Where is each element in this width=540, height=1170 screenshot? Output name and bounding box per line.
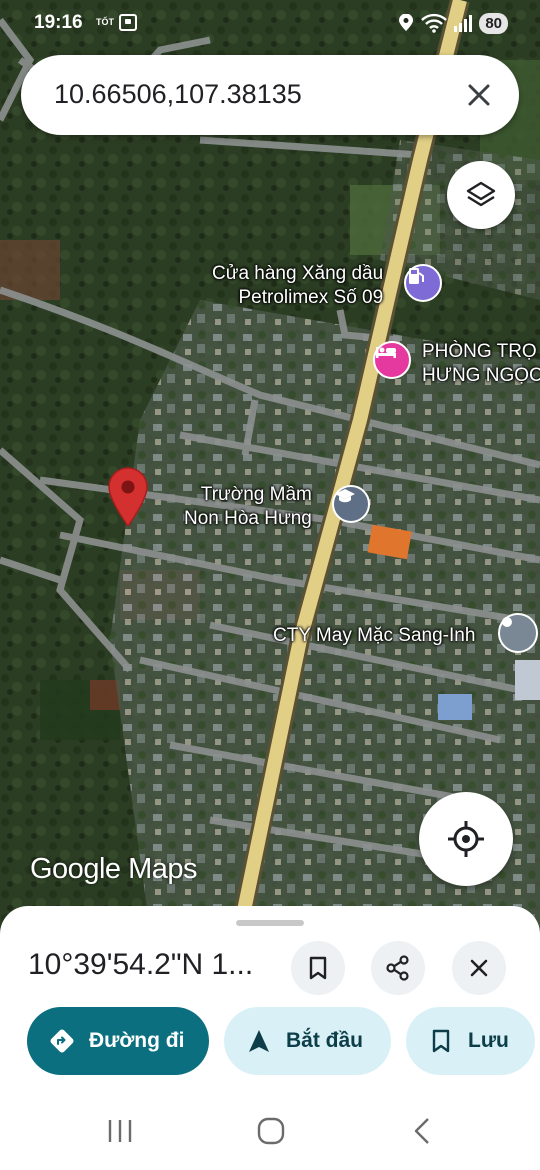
save-label: Lưu [468,1029,509,1052]
layers-icon [466,181,496,207]
poi-label-school[interactable]: Trường Mầm Non Hòa Hưng [184,483,312,531]
recent-apps-icon [108,1120,132,1142]
location-status-icon [399,14,414,31]
system-nav-bar [0,1090,540,1170]
google-maps-logo: Google Maps [30,853,198,885]
gas-station-icon[interactable] [404,264,442,302]
signal-icon [454,15,473,32]
back-button[interactable] [402,1116,442,1146]
poi-label-company[interactable]: CTY May Mặc Sang-Inh [273,624,475,648]
recent-apps-button[interactable] [100,1116,140,1146]
navigation-arrow-icon [246,1028,272,1054]
share-icon [386,955,409,981]
directions-label: Đường đi [89,1029,185,1052]
start-navigation-button[interactable]: Bắt đầu [224,1007,391,1075]
bookmark-icon [428,1028,454,1054]
dropped-pin-icon[interactable] [106,466,150,528]
status-time: 19:16 [34,12,83,33]
screenshot-icon [119,14,137,31]
status-icons: 80 [397,12,508,34]
share-button[interactable] [371,941,425,995]
wifi-icon [421,13,448,33]
save-button[interactable]: Lưu [406,1007,535,1075]
satellite-map [0,0,540,930]
status-bar: 19:16 TỐT 80 [0,0,540,48]
directions-icon [49,1028,75,1054]
crosshair-icon [448,821,484,857]
search-bar[interactable]: 10.66506,107.38135 [21,55,519,135]
search-input[interactable]: 10.66506,107.38135 [54,79,302,110]
bed-icon[interactable] [373,341,411,379]
place-pin-icon[interactable] [498,613,538,653]
map-view[interactable]: Cửa hàng Xăng dầu Petrolimex Số 09 PHÒNG… [0,0,540,930]
close-sheet-button[interactable] [452,941,506,995]
directions-button[interactable]: Đường đi [27,1007,209,1075]
poi-label-gas-station[interactable]: Cửa hàng Xăng dầu Petrolimex Số 09 [212,262,383,310]
start-label: Bắt đầu [286,1029,364,1052]
clear-search-button[interactable] [461,77,497,113]
sheet-drag-handle[interactable] [236,920,304,926]
layers-button[interactable] [447,161,515,229]
close-icon [470,959,488,977]
home-icon [257,1117,285,1145]
close-icon [468,84,490,106]
my-location-button[interactable] [419,792,513,886]
school-cap-icon[interactable] [332,485,370,523]
place-title: 10°39'54.2"N 1... [28,948,254,981]
battery-badge: 80 [479,12,508,34]
poi-label-lodging[interactable]: PHÒNG TRỌ HƯNG NGỌC [422,340,540,388]
carrier-label: TỐT [96,17,114,27]
home-button[interactable] [251,1116,291,1146]
bookmark-button[interactable] [291,941,345,995]
back-icon [414,1118,429,1144]
bookmark-icon [309,956,327,980]
